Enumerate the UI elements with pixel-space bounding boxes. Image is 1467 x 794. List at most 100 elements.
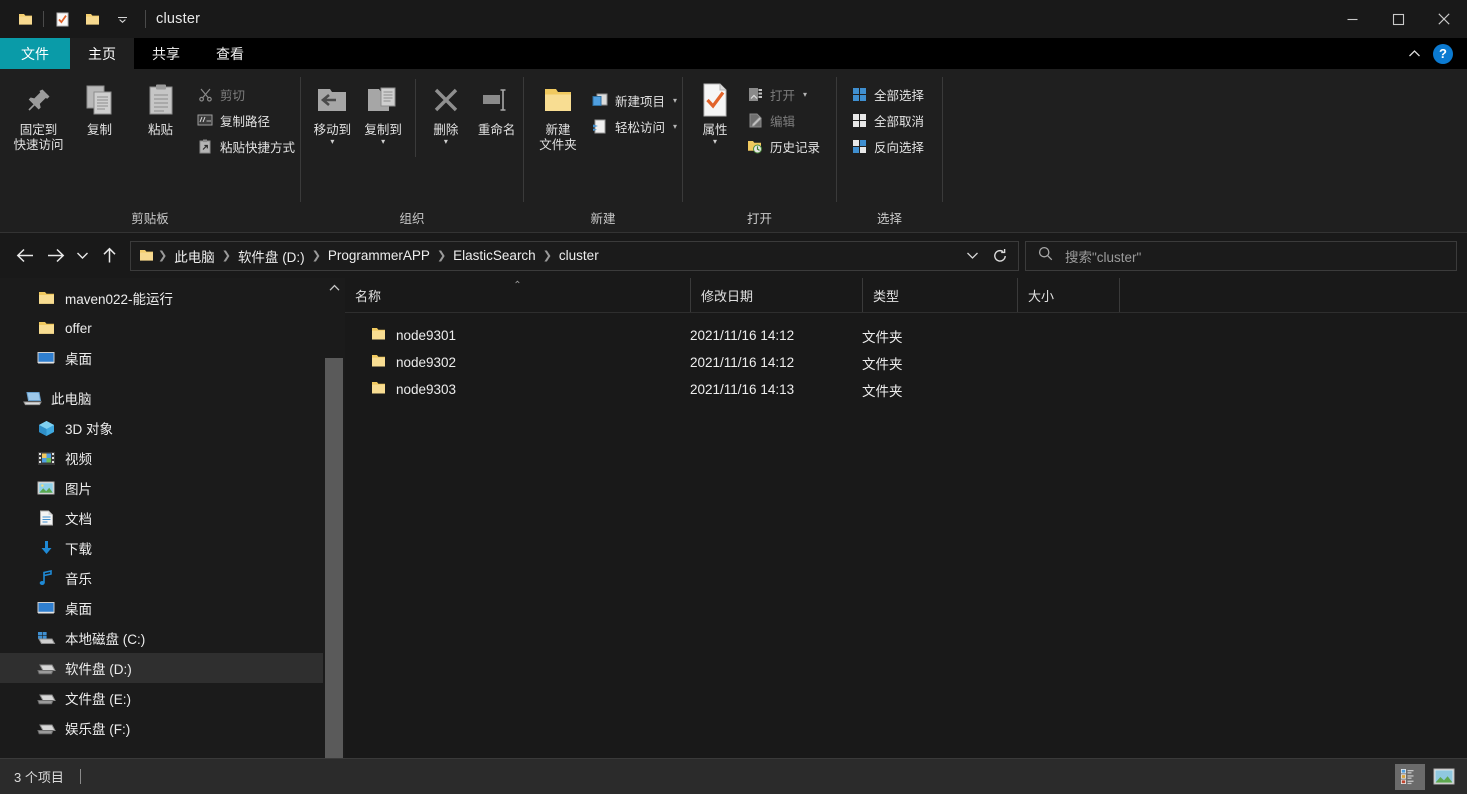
sidebar-item-this-pc[interactable]: 此电脑 <box>0 383 345 413</box>
breadcrumb-item-2[interactable]: ProgrammerAPP <box>323 248 435 263</box>
qat-folder-icon[interactable] <box>10 4 40 34</box>
column-header-type[interactable]: 类型 <box>862 278 1017 312</box>
up-button[interactable] <box>94 241 124 271</box>
scrollbar-thumb[interactable] <box>325 358 343 770</box>
scissors-icon <box>196 85 214 103</box>
large-icons-view-button[interactable] <box>1429 764 1459 790</box>
breadcrumb-chevron-2: ❯ <box>311 250 321 262</box>
maximize-button[interactable] <box>1375 0 1421 38</box>
select-none-button[interactable]: 全部取消 <box>845 107 929 133</box>
select-all-button[interactable]: 全部选择 <box>845 81 929 107</box>
sidebar-item-label: 娱乐盘 (F:) <box>65 722 131 737</box>
column-header-date-label: 修改日期 <box>701 289 754 304</box>
minimize-button[interactable] <box>1329 0 1375 38</box>
delete-button[interactable]: 删除 ▾ <box>421 77 470 146</box>
rename-icon <box>480 81 514 119</box>
easy-access-label: 轻松访问 <box>614 120 665 135</box>
easy-access-button[interactable]: 轻松访问 ▾ <box>586 113 682 139</box>
pin-to-quick-access-button[interactable]: 固定到 快速访问 <box>8 77 69 153</box>
sidebar-item-3d-objects[interactable]: 3D 对象 <box>0 413 345 443</box>
sidebar-item-offer[interactable]: offer <box>0 313 345 343</box>
breadcrumb-item-1[interactable]: 软件盘 (D:) <box>233 246 310 266</box>
sidebar-item-videos[interactable]: 视频 <box>0 443 345 473</box>
drive-icon <box>36 718 56 738</box>
qat-folder-icon-2[interactable] <box>77 4 107 34</box>
sidebar-item-downloads[interactable]: 下载 <box>0 533 345 563</box>
delete-label: 删除 <box>433 123 459 137</box>
sidebar-item-desktop[interactable]: 桌面 <box>0 593 345 623</box>
help-button[interactable]: ? <box>1433 43 1453 64</box>
sidebar-item-maven022[interactable]: maven022-能运行 <box>0 283 345 313</box>
rename-button[interactable]: 重命名 <box>470 77 523 138</box>
sidebar-item-entertainment-disk-f[interactable]: 娱乐盘 (F:) <box>0 713 345 743</box>
table-row[interactable]: node9302 2021/11/16 14:12 文件夹 <box>345 349 1467 376</box>
properties-caret-icon: ▾ <box>712 137 717 146</box>
paste-shortcut-button[interactable]: 粘贴快捷方式 <box>191 133 300 159</box>
forward-button[interactable] <box>40 241 70 271</box>
recent-locations-chevron-down-icon[interactable] <box>70 241 94 271</box>
edit-button[interactable]: 编辑 <box>741 107 825 133</box>
ribbon-group-clipboard: 固定到 快速访问 复制 粘贴 剪切 复制路径 粘贴快捷方式 剪贴板 <box>0 69 300 232</box>
sidebar-item-label: 图片 <box>65 482 92 497</box>
qat-checklist-icon[interactable] <box>47 4 77 34</box>
open-icon <box>746 85 764 103</box>
column-header-date[interactable]: 修改日期 <box>690 278 862 312</box>
sidebar-item-local-disk-c[interactable]: 本地磁盘 (C:) <box>0 623 345 653</box>
table-row[interactable]: node9301 2021/11/16 14:12 文件夹 <box>345 322 1467 349</box>
column-header-size[interactable]: 大小 <box>1017 278 1119 312</box>
paste-button[interactable]: 粘贴 <box>130 77 191 138</box>
collapse-ribbon-chevron-up-icon[interactable] <box>1401 41 1427 67</box>
search-input[interactable]: 搜索"cluster" <box>1065 246 1141 266</box>
properties-button[interactable]: 属性 ▾ <box>689 77 741 146</box>
this-pc-icon <box>22 388 42 408</box>
sidebar-item-label: offer <box>65 320 92 336</box>
scroll-up-arrow-icon[interactable] <box>323 278 345 298</box>
refresh-icon[interactable] <box>986 242 1014 270</box>
sidebar-item-software-disk-d[interactable]: 软件盘 (D:) <box>0 653 345 683</box>
column-header-name[interactable]: ⌃ 名称 <box>345 278 690 312</box>
history-button[interactable]: 历史记录 <box>741 133 825 159</box>
navigation-scrollbar[interactable] <box>323 278 345 794</box>
invert-selection-button[interactable]: 反向选择 <box>845 133 929 159</box>
details-view-button[interactable] <box>1395 763 1425 790</box>
sidebar-item-pictures[interactable]: 图片 <box>0 473 345 503</box>
select-all-icon <box>850 85 868 103</box>
back-button[interactable] <box>10 241 40 271</box>
ribbon: 固定到 快速访问 复制 粘贴 剪切 复制路径 粘贴快捷方式 剪贴板 移动到 ▾ … <box>0 69 1467 233</box>
tab-file[interactable]: 文件 <box>0 38 70 69</box>
table-row[interactable]: node9303 2021/11/16 14:13 文件夹 <box>345 376 1467 403</box>
sidebar-item-file-disk-e[interactable]: 文件盘 (E:) <box>0 683 345 713</box>
copy-button[interactable]: 复制 <box>69 77 130 138</box>
breadcrumb-item-3[interactable]: ElasticSearch <box>448 248 541 263</box>
sidebar-item-documents[interactable]: 文档 <box>0 503 345 533</box>
new-folder-button[interactable]: 新建 文件夹 <box>530 77 586 153</box>
folder-icon <box>371 381 386 398</box>
sidebar-item-desktop-quick[interactable]: 桌面 <box>0 343 345 373</box>
breadcrumb-bar[interactable]: ❯ 此电脑 ❯ 软件盘 (D:) ❯ ProgrammerAPP ❯ Elast… <box>130 240 1019 271</box>
breadcrumb-item-0[interactable]: 此电脑 <box>169 246 220 266</box>
navigation-tree: maven022-能运行 offer 桌面 此电脑 3D 对象 视频 图片 文档… <box>0 278 345 783</box>
file-date: 2021/11/16 14:12 <box>690 328 795 343</box>
open-button[interactable]: 打开 ▾ <box>741 81 825 107</box>
address-dropdown-chevron-down-icon[interactable] <box>958 242 986 270</box>
tab-home[interactable]: 主页 <box>70 38 134 69</box>
status-separator <box>79 769 81 784</box>
tab-view[interactable]: 查看 <box>198 38 262 69</box>
new-small-commands: 新建项目 ▾ 轻松访问 ▾ <box>586 83 682 139</box>
copy-to-button[interactable]: 复制到 ▾ <box>358 77 409 146</box>
new-item-button[interactable]: 新建项目 ▾ <box>586 87 682 113</box>
breadcrumb-item-4[interactable]: cluster <box>554 248 604 263</box>
scrollbar-track[interactable] <box>323 298 345 776</box>
search-box[interactable]: 搜索"cluster" <box>1025 240 1457 271</box>
tab-share[interactable]: 共享 <box>134 38 198 69</box>
cut-button[interactable]: 剪切 <box>191 81 300 107</box>
copy-path-button[interactable]: 复制路径 <box>191 107 300 133</box>
paste-shortcut-icon <box>196 137 214 155</box>
sidebar-item-music[interactable]: 音乐 <box>0 563 345 593</box>
ribbon-group-select: 全部选择 全部取消 反向选择 选择 <box>837 69 942 232</box>
file-type: 文件夹 <box>862 356 903 372</box>
edit-label: 编辑 <box>770 114 796 129</box>
qat-dropdown-chevron-down-icon[interactable] <box>107 4 137 34</box>
close-button[interactable] <box>1421 0 1467 38</box>
move-to-button[interactable]: 移动到 ▾ <box>307 77 358 146</box>
